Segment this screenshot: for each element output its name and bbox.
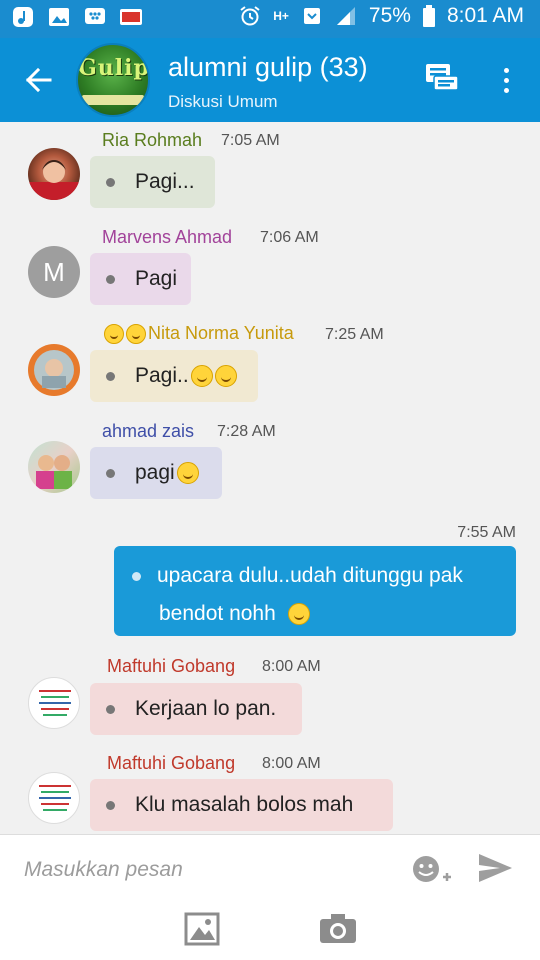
clock: 8:01 AM — [446, 4, 524, 27]
music-notification-icon — [13, 7, 33, 27]
send-icon — [479, 854, 512, 882]
message-bubble[interactable]: Kerjaan lo pan. — [90, 683, 302, 735]
message-bubble[interactable]: pagi — [90, 447, 222, 499]
message-text: pagi — [135, 461, 175, 484]
bbm-notification-icon — [85, 8, 105, 24]
message-time: 7:06 AM — [260, 229, 319, 246]
message-text: Pagi... — [135, 170, 195, 193]
send-button[interactable] — [476, 851, 516, 887]
grin-emoji-icon — [190, 365, 213, 387]
avatar[interactable] — [28, 148, 80, 200]
app-bar: Gulip alumni gulip (33) Diskusi Umum — [0, 38, 540, 122]
message-sender[interactable]: Marvens Ahmad — [102, 227, 232, 248]
message-sender[interactable]: ahmad zais — [102, 421, 194, 442]
network-type-label: H+ — [273, 8, 289, 23]
topics-icon — [426, 64, 459, 91]
message-text: Pagi.. — [135, 364, 189, 387]
status-bar: H+ 75% 8:01 AM — [0, 0, 540, 38]
message-bubble[interactable]: Pagi... — [90, 156, 215, 208]
grin-emoji-icon — [214, 365, 237, 387]
message-sender[interactable]: Nita Norma Yunita — [104, 323, 294, 344]
battery-icon — [422, 5, 435, 27]
message-bubble[interactable]: Klu masalah bolos mah — [90, 779, 393, 831]
thinking-emoji-icon — [287, 603, 310, 625]
message-sender[interactable]: Maftuhi Gobang — [107, 656, 235, 677]
composer-bar — [0, 834, 540, 960]
own-message-bubble[interactable]: upacara dulu..udah ditunggu pak bendot n… — [114, 546, 516, 636]
app-notification-icon — [120, 9, 142, 25]
message-text: Pagi — [135, 267, 178, 290]
avatar[interactable] — [28, 772, 80, 824]
avatar[interactable] — [28, 441, 80, 493]
avatar[interactable]: M — [28, 246, 80, 298]
message-text: Kerjaan lo pan. — [135, 697, 277, 720]
message-time: 7:25 AM — [325, 326, 384, 343]
message-text: Klu masalah bolos mah — [135, 793, 354, 816]
image-icon — [184, 912, 220, 946]
back-button[interactable] — [18, 60, 58, 100]
notification-box-icon — [303, 8, 320, 24]
message-time: 8:00 AM — [262, 658, 321, 675]
message-text-line2: bendot nohh — [159, 602, 276, 625]
heart-eyes-emoji-icon — [104, 323, 124, 344]
message-time: 7:05 AM — [221, 132, 280, 149]
message-input[interactable] — [24, 853, 384, 887]
group-avatar[interactable]: Gulip — [76, 43, 150, 117]
message-sender[interactable]: Maftuhi Gobang — [107, 753, 235, 774]
group-subtitle[interactable]: Diskusi Umum — [168, 92, 278, 112]
message-sender[interactable]: Ria Rohmah — [102, 130, 202, 151]
message-time: 7:28 AM — [217, 423, 276, 440]
more-options-button[interactable] — [490, 62, 522, 98]
group-title[interactable]: alumni gulip (33) — [168, 52, 368, 83]
signal-icon — [336, 7, 355, 25]
arrow-left-icon — [25, 67, 52, 93]
yawn-emoji-icon — [176, 462, 199, 484]
topics-button[interactable] — [424, 62, 464, 98]
message-bubble[interactable]: Pagi.. — [90, 350, 258, 402]
message-list[interactable]: Ria Rohmah 7:05 AM Pagi... Marvens Ahmad… — [0, 122, 540, 834]
message-bubble[interactable]: Pagi — [90, 253, 191, 305]
message-text-line1: upacara dulu..udah ditunggu pak — [157, 564, 463, 587]
avatar[interactable] — [28, 344, 80, 396]
message-time: 7:55 AM — [457, 524, 516, 541]
emoji-add-icon — [413, 856, 451, 882]
alarm-icon — [240, 6, 260, 26]
avatar[interactable] — [28, 677, 80, 729]
camera-button[interactable] — [318, 911, 358, 947]
gallery-notification-icon — [49, 8, 69, 26]
heart-eyes-emoji-icon — [126, 323, 146, 344]
battery-percent: 75% — [368, 4, 411, 27]
group-logo-banner — [82, 95, 144, 105]
image-attach-button[interactable] — [184, 911, 220, 947]
group-logo-text: Gulip — [78, 55, 150, 81]
camera-icon — [320, 914, 356, 943]
emoji-button[interactable] — [410, 851, 452, 887]
more-vert-icon — [503, 67, 509, 73]
message-time: 8:00 AM — [262, 755, 321, 772]
